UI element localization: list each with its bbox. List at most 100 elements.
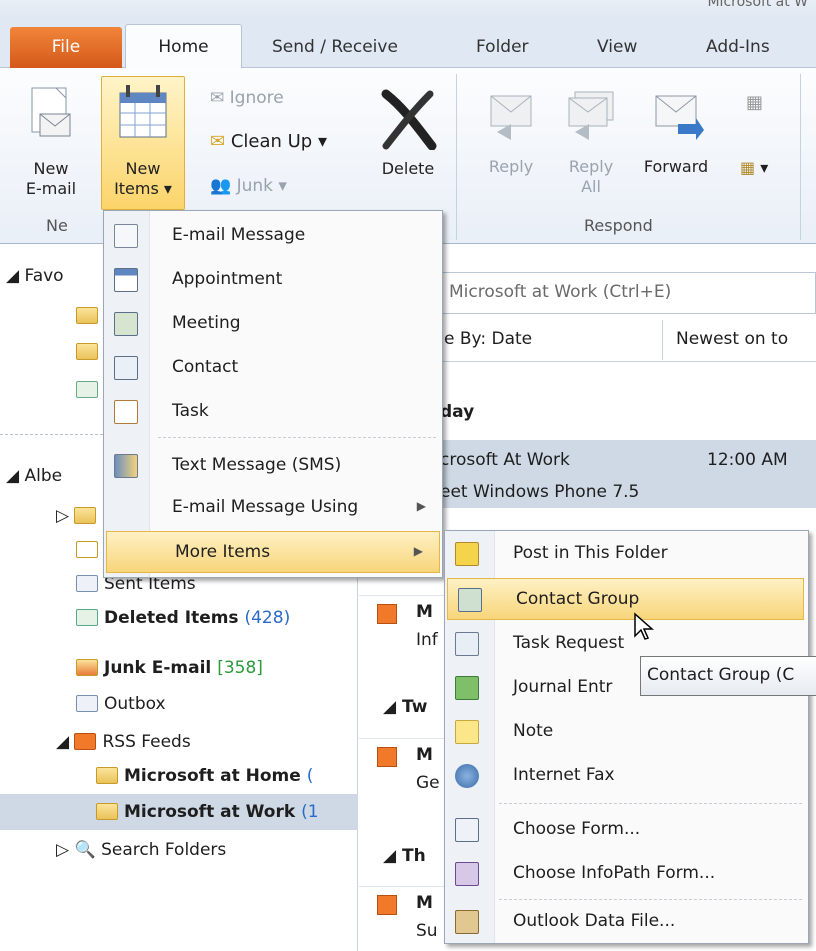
rss-label: RSS Feeds	[102, 732, 191, 752]
menu-separator	[499, 803, 802, 804]
outbox-icon	[76, 695, 98, 712]
search-folder-icon: 🔍	[74, 840, 96, 860]
new-items-button[interactable]: New Items ▾	[101, 76, 185, 210]
menu-item-label: Appointment	[172, 269, 283, 289]
ignore-label: Ignore	[229, 88, 284, 108]
menu-separator	[499, 899, 802, 900]
menu-item-note[interactable]: Note	[445, 711, 808, 753]
junk-button[interactable]: 👥 Junk ▾	[210, 176, 287, 196]
account-header[interactable]: ◢ Albe	[6, 466, 62, 486]
forward-label: Forward	[643, 157, 709, 176]
reply-all-button[interactable]: Reply All	[556, 84, 626, 197]
meeting-icon	[114, 312, 138, 336]
menu-item-email-message[interactable]: E-mail Message	[104, 215, 442, 257]
junk-icon: 👥	[210, 176, 232, 196]
search-input[interactable]: Microsoft at Work (Ctrl+E)	[440, 272, 816, 314]
mail-item[interactable]: M Su	[359, 886, 449, 948]
nav-junk-email[interactable]: Junk E-mail [358]	[76, 658, 263, 678]
menu-item-label: E-mail Message Using	[172, 497, 359, 517]
more-respond-icon: ▦	[740, 158, 756, 177]
nav-microsoft-at-home[interactable]: Microsoft at Home (	[96, 766, 313, 786]
title-bar: Microsoft at W	[0, 0, 816, 20]
folder-icon	[76, 306, 104, 326]
menu-item-contact-group[interactable]: Contact Group	[447, 578, 804, 620]
folder-icon	[96, 767, 118, 784]
tab-add-ins[interactable]: Add-Ins	[706, 37, 770, 57]
ignore-button[interactable]: ✉ Ignore	[210, 88, 284, 108]
mail-item[interactable]: M Inf	[359, 595, 449, 661]
sort-order[interactable]: Newest on to	[676, 329, 788, 349]
tab-send-receive[interactable]: Send / Receive	[272, 37, 398, 57]
contact-card-icon	[114, 356, 138, 380]
menu-item-choose-infopath[interactable]: Choose InfoPath Form...	[445, 853, 808, 895]
favorites-label: Favo	[24, 266, 64, 286]
nav-deleted-items[interactable]: Deleted Items (428)	[76, 608, 290, 628]
recycle-icon	[76, 380, 104, 400]
nav-search-folders[interactable]: ▷ 🔍 Search Folders	[56, 840, 226, 860]
menu-item-label: Note	[513, 721, 554, 741]
menu-item-task[interactable]: Task	[104, 391, 442, 433]
tab-home[interactable]: Home	[125, 24, 242, 69]
forward-button[interactable]: Forward	[636, 84, 716, 177]
reply-button[interactable]: Reply	[476, 84, 546, 177]
menu-item-text-message[interactable]: Text Message (SMS)	[104, 445, 442, 487]
clean-up-button[interactable]: ✉ Clean Up ▾	[210, 131, 327, 152]
group-header-today[interactable]: day	[440, 402, 474, 422]
menu-item-post[interactable]: Post in This Folder	[445, 533, 808, 575]
group-header[interactable]: ◢ Tw	[383, 697, 427, 717]
mail-item[interactable]: M Ge	[359, 738, 449, 804]
task-request-icon	[455, 632, 479, 656]
menu-item-appointment[interactable]: Appointment	[104, 259, 442, 301]
menu-item-meeting[interactable]: Meeting	[104, 303, 442, 345]
post-icon	[455, 542, 479, 566]
junk-label: Junk E-mail	[104, 658, 212, 678]
arrange-bar: e By: Date Newest on to	[440, 320, 816, 362]
favorites-header[interactable]: ◢ Favo	[6, 266, 64, 286]
group-label-new: Ne	[46, 216, 68, 235]
outbox-label: Outbox	[104, 694, 166, 714]
email-message-icon	[114, 224, 138, 248]
more-items-submenu: Post in This Folder Contact Group Task R…	[444, 530, 809, 944]
menu-item-label: Journal Entr	[513, 677, 613, 697]
menu-item-more-items[interactable]: More Items ▶	[106, 531, 440, 573]
group-header[interactable]: ◢ Th	[383, 846, 426, 866]
group-label: Tw	[402, 697, 428, 717]
menu-item-internet-fax[interactable]: Internet Fax	[445, 755, 808, 797]
menu-item-label: Post in This Folder	[513, 543, 668, 563]
new-email-label-1: New	[33, 159, 69, 178]
ms-work-label: Microsoft at Work	[124, 802, 296, 822]
tab-view[interactable]: View	[597, 37, 637, 57]
submenu-arrow-icon: ▶	[416, 499, 426, 513]
expand-icon[interactable]: ▷	[56, 506, 102, 526]
more-respond-button[interactable]: ▦ ▾	[740, 158, 768, 177]
fax-icon	[455, 764, 479, 788]
new-email-button[interactable]: New E-mail	[16, 84, 86, 199]
drafts-icon	[76, 540, 104, 560]
menu-item-choose-form[interactable]: Choose Form...	[445, 809, 808, 851]
nav-outbox[interactable]: Outbox	[76, 694, 166, 714]
mail-subject: Inf	[416, 630, 438, 650]
junk-count: [358]	[217, 658, 263, 678]
tab-file[interactable]: File	[10, 27, 122, 68]
menu-item-contact[interactable]: Contact	[104, 347, 442, 389]
task-clipboard-icon	[114, 400, 138, 424]
menu-item-label: Choose Form...	[513, 819, 641, 839]
meeting-reply-icon[interactable]: ▦	[746, 92, 763, 113]
reply-icon	[490, 95, 532, 140]
ribbon-separator	[800, 74, 801, 240]
mail-subject: Ge	[416, 773, 440, 793]
mail-subject: Su	[416, 921, 438, 941]
delete-button[interactable]: Delete	[372, 88, 444, 179]
deleted-folder-icon	[76, 609, 98, 626]
nav-microsoft-at-work[interactable]: Microsoft at Work (1	[96, 802, 319, 822]
menu-item-email-using[interactable]: E-mail Message Using ▶	[104, 487, 442, 529]
nav-rss-feeds[interactable]: ◢ RSS Feeds	[56, 732, 191, 752]
deleted-items-label: Deleted Items	[104, 608, 239, 628]
menu-item-outlook-data-file[interactable]: Outlook Data File...	[445, 901, 808, 943]
folder-icon	[76, 342, 104, 362]
account-label: Albe	[24, 466, 63, 486]
reply-all-label-2: All	[581, 177, 601, 196]
tab-folder[interactable]: Folder	[476, 37, 529, 57]
arrange-by[interactable]: e By: Date	[444, 329, 532, 349]
ribbon-tab-bar	[0, 20, 816, 68]
